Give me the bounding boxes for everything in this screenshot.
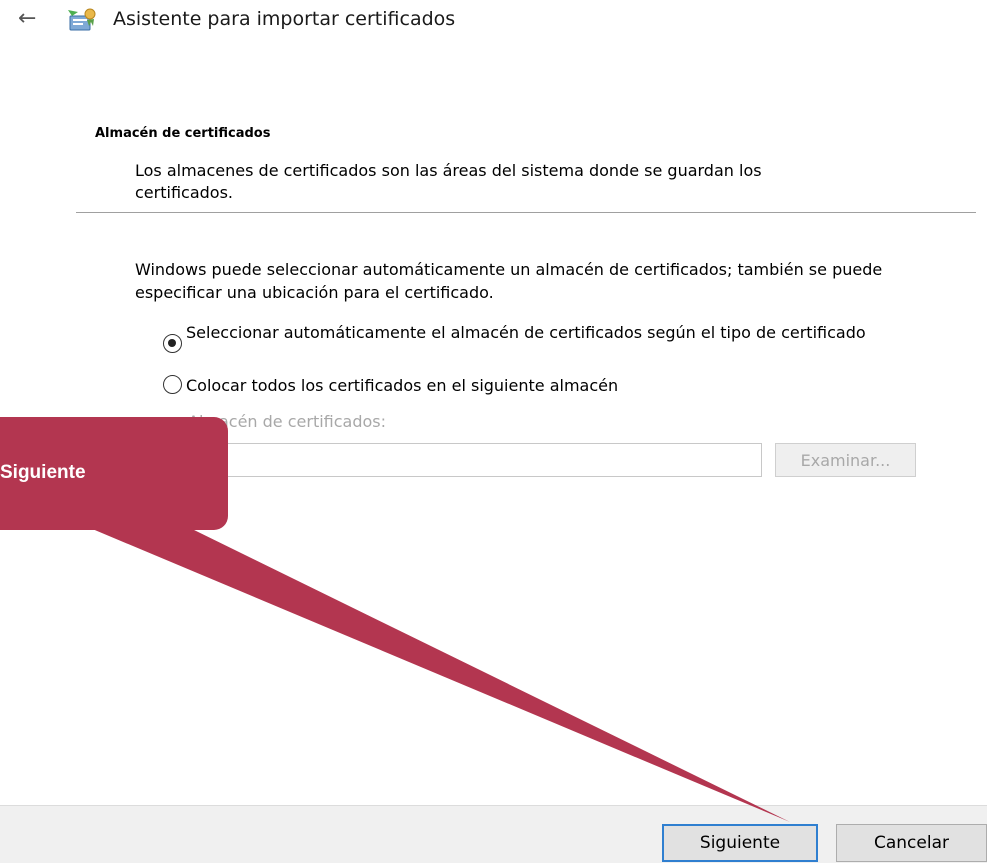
callout-pointer-shape — [90, 528, 790, 822]
callout-text: Siguiente — [0, 462, 86, 483]
